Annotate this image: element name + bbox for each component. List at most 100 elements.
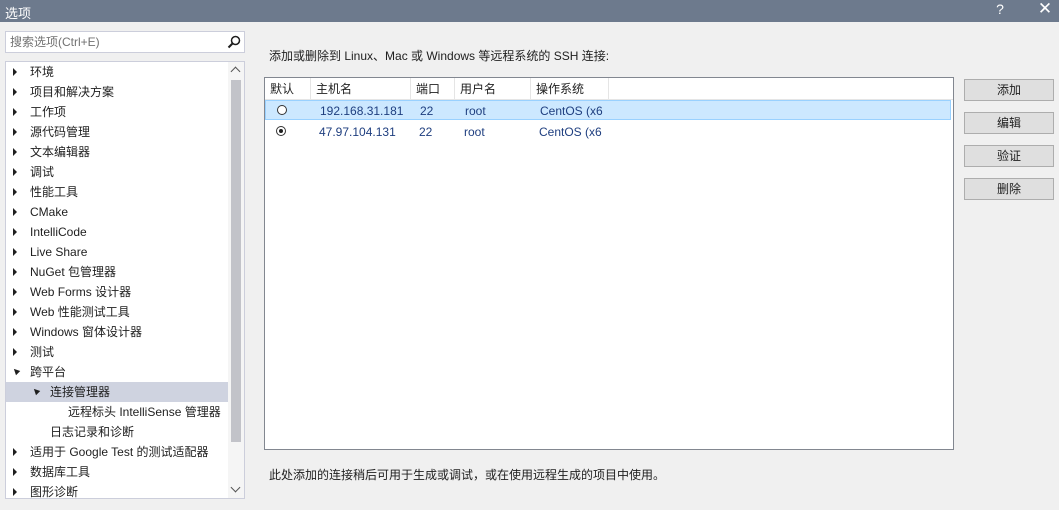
list-header: 默认 主机名 端口 用户名 操作系统 bbox=[265, 78, 953, 100]
tree-item[interactable]: 工作项 bbox=[6, 102, 228, 122]
tree-scrollbar[interactable] bbox=[228, 62, 244, 498]
tree-item[interactable]: Live Share bbox=[6, 242, 228, 262]
collapse-arrow-icon[interactable] bbox=[13, 128, 17, 136]
window-title: 选项 bbox=[5, 6, 32, 21]
tree-item[interactable]: 源代码管理 bbox=[6, 122, 228, 142]
collapse-arrow-icon[interactable] bbox=[13, 348, 17, 356]
tree-item[interactable]: IntelliCode bbox=[6, 222, 228, 242]
tree-item-label: 工作项 bbox=[30, 105, 67, 119]
tree-item-label: Windows 窗体设计器 bbox=[30, 325, 143, 339]
tree-item[interactable]: CMake bbox=[6, 202, 228, 222]
tree-item-label: 文本编辑器 bbox=[30, 145, 91, 159]
search-box[interactable] bbox=[5, 31, 245, 53]
tree-item[interactable]: Web Forms 设计器 bbox=[6, 282, 228, 302]
cell-port: 22 bbox=[419, 125, 433, 139]
tree-item[interactable]: NuGet 包管理器 bbox=[6, 262, 228, 282]
column-header-port[interactable]: 端口 bbox=[411, 78, 455, 99]
panel-description: 添加或删除到 Linux、Mac 或 Windows 等远程系统的 SSH 连接… bbox=[269, 49, 610, 63]
cell-host: 192.168.31.181 bbox=[320, 104, 404, 118]
collapse-arrow-icon[interactable] bbox=[13, 68, 17, 76]
tree-item-label: IntelliCode bbox=[30, 225, 87, 239]
tree-item[interactable]: 环境 bbox=[6, 62, 228, 82]
tree-item[interactable]: 性能工具 bbox=[6, 182, 228, 202]
close-icon[interactable]: ✕ bbox=[1036, 0, 1054, 19]
scroll-thumb[interactable] bbox=[231, 80, 241, 442]
scroll-down-button[interactable] bbox=[228, 482, 244, 498]
collapse-arrow-icon[interactable] bbox=[13, 468, 17, 476]
collapse-arrow-icon[interactable] bbox=[13, 448, 17, 456]
tree-item[interactable]: 文本编辑器 bbox=[6, 142, 228, 162]
collapse-arrow-icon[interactable] bbox=[13, 88, 17, 96]
column-header-default[interactable]: 默认 bbox=[265, 78, 311, 99]
collapse-arrow-icon[interactable] bbox=[13, 148, 17, 156]
collapse-arrow-icon[interactable] bbox=[13, 248, 17, 256]
chevron-down-icon bbox=[230, 482, 241, 493]
tree-item-label: 测试 bbox=[30, 345, 55, 359]
tree-item-label: 数据库工具 bbox=[30, 465, 91, 479]
collapse-arrow-icon[interactable] bbox=[13, 308, 17, 316]
collapse-arrow-icon[interactable] bbox=[13, 488, 17, 496]
add-button[interactable]: 添加 bbox=[964, 79, 1054, 101]
collapse-arrow-icon[interactable] bbox=[13, 328, 17, 336]
tree-item-label: Web 性能测试工具 bbox=[30, 305, 130, 319]
tree-item-label: 日志记录和诊断 bbox=[50, 425, 135, 439]
collapse-arrow-icon[interactable] bbox=[13, 168, 17, 176]
column-header-user[interactable]: 用户名 bbox=[455, 78, 531, 99]
verify-button[interactable]: 验证 bbox=[964, 145, 1054, 167]
tree-item-label: Web Forms 设计器 bbox=[30, 285, 132, 299]
search-icon[interactable] bbox=[227, 35, 241, 49]
cell-os: CentOS (x6 bbox=[540, 104, 603, 118]
cell-user: root bbox=[465, 104, 486, 118]
cell-port: 22 bbox=[420, 104, 434, 118]
tree-item[interactable]: 调试 bbox=[6, 162, 228, 182]
tree-item-label: 源代码管理 bbox=[30, 125, 91, 139]
tree-item-label: 性能工具 bbox=[30, 185, 79, 199]
collapse-arrow-icon[interactable] bbox=[13, 188, 17, 196]
tree-item[interactable]: 远程标头 IntelliSense 管理器 bbox=[6, 402, 228, 422]
chevron-up-icon bbox=[230, 66, 241, 77]
expand-arrow-icon[interactable] bbox=[11, 366, 21, 376]
cell-os: CentOS (x6 bbox=[539, 125, 602, 139]
tree-item[interactable]: 跨平台 bbox=[6, 362, 228, 382]
connection-row[interactable]: 192.168.31.181 22 root CentOS (x6 bbox=[265, 100, 951, 120]
tree-item[interactable]: 适用于 Google Test 的测试适配器 bbox=[6, 442, 228, 462]
tree-item-label: CMake bbox=[30, 205, 69, 219]
default-radio[interactable] bbox=[277, 105, 287, 115]
column-header-host[interactable]: 主机名 bbox=[311, 78, 411, 99]
tree-item-label: 跨平台 bbox=[30, 365, 67, 379]
tree-item[interactable]: 日志记录和诊断 bbox=[6, 422, 228, 442]
column-header-os[interactable]: 操作系统 bbox=[531, 78, 609, 99]
tree-item[interactable]: 项目和解决方案 bbox=[6, 82, 228, 102]
options-tree[interactable]: 环境项目和解决方案 工作项源代码管理文本编辑器调试性能工具 CMake Intelli… bbox=[5, 61, 245, 499]
tree-item[interactable]: 连接管理器 bbox=[6, 382, 228, 402]
collapse-arrow-icon[interactable] bbox=[13, 108, 17, 116]
tree-item[interactable]: Web 性能测试工具 bbox=[6, 302, 228, 322]
tree-item-label: Live Share bbox=[30, 245, 88, 259]
footer-note: 此处添加的连接稍后可用于生成或调试，或在使用远程生成的项目中使用。 bbox=[269, 468, 666, 482]
collapse-arrow-icon[interactable] bbox=[13, 208, 17, 216]
connection-row[interactable]: 47.97.104.131 22 root CentOS (x6 bbox=[265, 122, 951, 142]
edit-button[interactable]: 编辑 bbox=[964, 112, 1054, 134]
tree-item[interactable]: 测试 bbox=[6, 342, 228, 362]
delete-button[interactable]: 删除 bbox=[964, 178, 1054, 200]
tree-item-label: 项目和解决方案 bbox=[30, 85, 115, 99]
tree-item-label: 适用于 Google Test 的测试适配器 bbox=[30, 445, 209, 459]
cell-user: root bbox=[464, 125, 485, 139]
title-bar: 选项 ? ✕ bbox=[0, 0, 1059, 22]
collapse-arrow-icon[interactable] bbox=[13, 268, 17, 276]
scroll-up-button[interactable] bbox=[228, 62, 244, 78]
help-icon[interactable]: ? bbox=[992, 1, 1008, 17]
tree-item[interactable]: Windows 窗体设计器 bbox=[6, 322, 228, 342]
expand-arrow-icon[interactable] bbox=[31, 386, 41, 396]
cell-host: 47.97.104.131 bbox=[319, 125, 396, 139]
tree-item[interactable]: 图形诊断 bbox=[6, 482, 228, 498]
connection-list[interactable]: 默认 主机名 端口 用户名 操作系统 192.168.31.181 22 root C… bbox=[264, 77, 954, 450]
tree-item-label: 环境 bbox=[30, 65, 55, 79]
default-radio[interactable] bbox=[276, 126, 286, 136]
collapse-arrow-icon[interactable] bbox=[13, 228, 17, 236]
search-input[interactable] bbox=[6, 32, 224, 52]
tree-item[interactable]: 数据库工具 bbox=[6, 462, 228, 482]
tree-item-label: 调试 bbox=[30, 165, 55, 179]
collapse-arrow-icon[interactable] bbox=[13, 288, 17, 296]
tree-item-label: 连接管理器 bbox=[50, 385, 111, 399]
